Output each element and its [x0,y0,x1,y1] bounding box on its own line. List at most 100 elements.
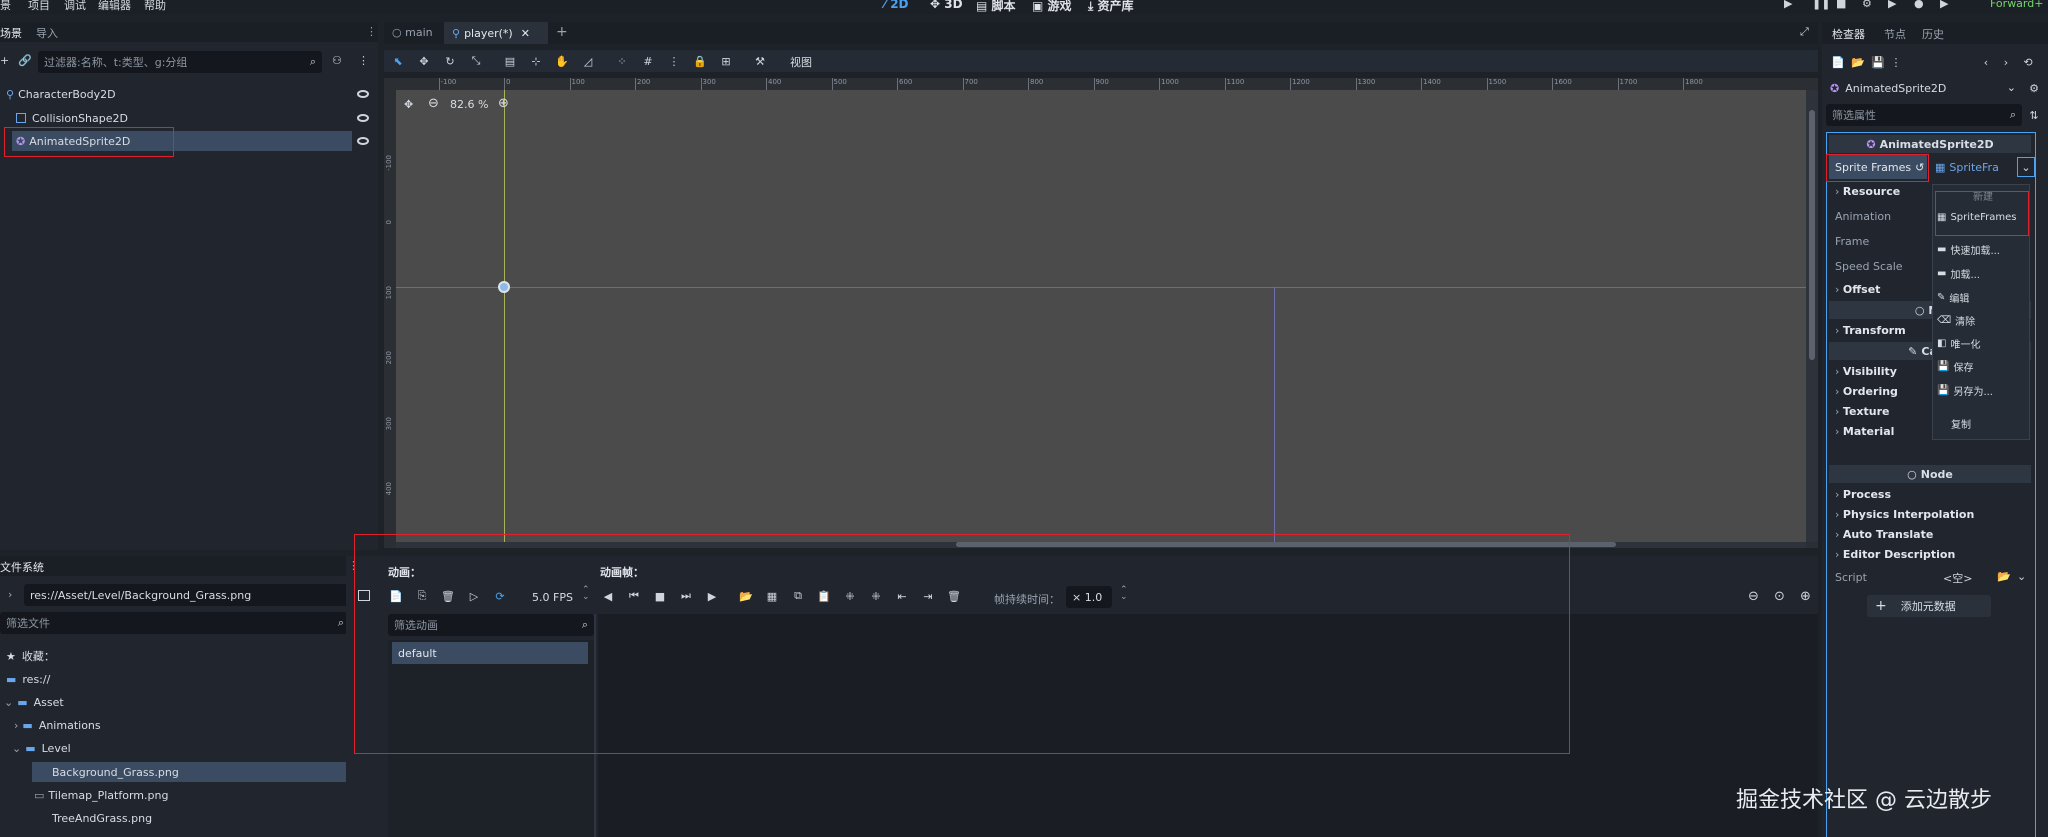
object-selector[interactable]: ✪ AnimatedSprite2D ⌄ [1826,77,2022,99]
mode-game[interactable]: ▣ 游戏 [1032,0,1072,14]
rotate-tool-icon[interactable]: ↻ [442,53,458,69]
back-icon[interactable]: ‹ [1978,54,1994,70]
fs-folder-animations[interactable]: › ▬ Animations [0,715,101,735]
fs-res-root[interactable]: ▬ res:// [0,669,50,689]
select-tool-icon[interactable]: ⬉ [390,53,406,69]
fs-folder-asset[interactable]: ⌄ ▬ Asset [0,692,64,712]
prop-script[interactable]: Script <空> 📂 ⌄ [1827,567,2035,587]
sprite-frames-value[interactable]: ▦ SpriteFra [1931,155,2015,179]
pause-icon[interactable]: ❚❚ [1812,0,1830,10]
object-props-icon[interactable]: ⚙ [2026,80,2042,96]
tab-player[interactable]: ⚲ player(*) ✕ [444,22,548,44]
popup-item-clear[interactable]: ⌫ 清除 [1933,310,2029,330]
history-icon[interactable]: ⟲ [2020,54,2036,70]
visibility-eye-icon[interactable] [357,114,369,122]
mode-script[interactable]: ▤ 脚本 [976,0,1016,14]
menu-scene[interactable]: 景 [0,0,11,13]
add-metadata-button[interactable]: + 添加元数据 [1867,595,1991,617]
scrollbar-thumb[interactable] [1809,110,1815,360]
lock-icon[interactable]: 🔒 [692,53,708,69]
tab-import[interactable]: 导入 [36,25,58,41]
tab-history[interactable]: 历史 [1922,26,1944,42]
load-resource-icon[interactable]: 📂 [1850,54,1866,70]
tab-inspector[interactable]: 检查器 [1832,26,1865,42]
pan-tool-icon[interactable]: ✋ [554,53,570,69]
section-auto-translate[interactable]: › Auto Translate [1827,524,2035,544]
sprite-origin-icon[interactable] [498,281,510,293]
smart-snap-icon[interactable]: ⁘ [614,53,630,69]
pivot-tool-icon[interactable]: ⊹ [528,53,544,69]
add-tab-icon[interactable]: + [556,24,568,40]
popup-item-save-as[interactable]: 💾 另存为... [1933,380,2029,400]
popup-item-load[interactable]: ▬ 加载... [1933,263,2029,283]
group-icon[interactable]: ⊞ [718,53,734,69]
section-process[interactable]: › Process [1827,484,2035,504]
vertical-scrollbar[interactable] [1806,90,1818,542]
mode-2d[interactable]: ⁄ 2D [884,0,909,11]
center-view-icon[interactable]: ✥ [404,98,413,111]
link-icon[interactable]: 🔗 [18,54,32,67]
canvas-viewport[interactable]: -100 0 100 200 300 400 500 600 700 800 900 1000 1100… [384,78,1818,548]
play-custom-icon[interactable]: ▶ [1940,0,1948,10]
zoom-out-icon[interactable]: ⊖ [1748,589,1759,604]
canvas-area[interactable]: ✥ ⊖ 82.6 % ⊕ [396,90,1806,542]
tree-node-characterbody2d[interactable]: ⚲ CharacterBody2D [0,84,378,104]
fs-file-tilemap-platform[interactable]: ▭ Tilemap_Platform.png [0,785,168,805]
new-resource-icon[interactable]: 📄 [1830,54,1846,70]
menu-project[interactable]: 项目 [28,0,50,13]
move-tool-icon[interactable]: ✥ [416,53,432,69]
menu-debug[interactable]: 调试 [64,0,86,13]
zoom-out-icon[interactable]: ⊖ [428,96,439,111]
remote-debug-icon[interactable]: ⚙ [1862,0,1872,10]
play-icon[interactable]: ▶ [1784,0,1792,10]
scene-menu-icon[interactable]: ⋮ [358,54,369,67]
tab-scene[interactable]: 场景 [0,25,22,41]
view-menu[interactable]: 视图 [790,54,812,70]
grid-snap-icon[interactable]: # [640,53,656,69]
zoom-level[interactable]: 82.6 % [450,98,488,111]
popup-item-make-unique[interactable]: ◧ 唯一化 [1933,333,2029,353]
zoom-in-icon[interactable]: ⊕ [498,96,509,111]
zoom-in-icon[interactable]: ⊕ [1800,589,1811,604]
renderer-select[interactable]: Forward+ [1990,0,2043,10]
close-icon[interactable]: ✕ [521,27,530,40]
popup-item-edit[interactable]: ✎ 编辑 [1933,287,2029,307]
fs-folder-level[interactable]: ⌄ ▬ Level [0,738,71,758]
filter-options-icon[interactable]: ⇅ [2026,107,2042,123]
menu-help[interactable]: 帮助 [144,0,166,13]
visibility-eye-icon[interactable] [357,137,369,145]
ruler-tool-icon[interactable]: ◿ [580,53,596,69]
section-physics-interpolation[interactable]: › Physics Interpolation [1827,504,2035,524]
movie-icon[interactable]: ● [1914,0,1924,10]
menu-editor[interactable]: 编辑器 [98,0,131,13]
attach-script-icon[interactable]: ⚇ [332,54,342,67]
chevron-right-icon[interactable]: › [8,588,12,601]
load-script-icon[interactable]: 📂 [1997,570,2011,583]
bone-icon[interactable]: ⚒ [752,53,768,69]
section-editor-description[interactable]: › Editor Description [1827,544,2035,564]
fs-favorites[interactable]: ★ 收藏： [0,646,55,666]
fs-file-treeandgrass[interactable]: TreeAndGrass.png [0,808,152,828]
script-value[interactable]: <空> [1943,570,1972,586]
save-resource-icon[interactable]: 💾 [1870,54,1886,70]
list-select-icon[interactable]: ▤ [502,53,518,69]
stop-icon[interactable]: ■ [1836,0,1846,10]
fs-file-background-grass[interactable]: Background_Grass.png [32,762,372,782]
tree-node-collisionshape2d[interactable]: CollisionShape2D [0,108,378,128]
mode-assetlib[interactable]: ⤓ 资产库 [1088,0,1134,14]
file-filter-input[interactable]: 筛选文件 ⌕ [0,612,350,634]
scene-filter-input[interactable]: 过滤器:名称、t:类型、g:分组 ⌕ [38,51,322,73]
popup-item-copy[interactable]: 复制 [1933,413,2029,433]
add-node-icon[interactable]: + [0,54,9,67]
popup-item-quick-load[interactable]: ▬ 快速加载... [1933,239,2029,259]
path-field[interactable]: res://Asset/Level/Background_Grass.png [24,584,350,606]
inspector-menu-icon[interactable]: ⋮ [1888,54,1904,70]
tab-node[interactable]: 节点 [1884,26,1906,42]
tab-filesystem[interactable]: 文件系统 [0,559,44,575]
forward-icon[interactable]: › [1998,54,2014,70]
resource-dropdown-button[interactable]: ⌄ [2017,157,2035,177]
dock-menu-icon[interactable]: ⋮ [366,25,377,38]
visibility-eye-icon[interactable] [357,90,369,98]
tab-main[interactable]: ○ main [392,26,433,39]
play-scene-icon[interactable]: ▶ [1888,0,1896,10]
